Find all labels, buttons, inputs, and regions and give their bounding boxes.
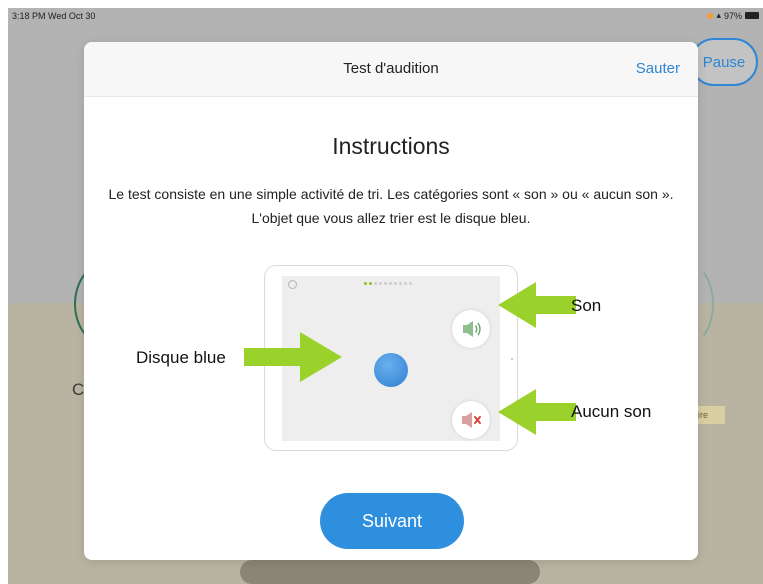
modal-title: Test d'audition bbox=[343, 60, 439, 77]
background-tag: ire bbox=[695, 406, 725, 424]
status-bar: 3:18 PM Wed Oct 30 ▴ 97% bbox=[8, 8, 763, 24]
arrow-no-sound-icon bbox=[498, 389, 576, 435]
progress-dots bbox=[364, 282, 412, 285]
status-indicators: ▴ 97% bbox=[707, 10, 759, 21]
skip-button[interactable]: Sauter bbox=[636, 60, 680, 77]
location-dot-icon bbox=[707, 12, 714, 19]
speaker-on-icon bbox=[452, 310, 490, 348]
arrow-sound-icon bbox=[498, 282, 576, 328]
disc-label: Disque blue bbox=[136, 348, 226, 367]
arrow-disc-icon bbox=[244, 332, 342, 382]
status-time: 3:18 PM Wed Oct 30 bbox=[12, 11, 96, 21]
wifi-icon: ▴ bbox=[716, 10, 721, 20]
instructions-heading: Instructions bbox=[332, 133, 450, 159]
pause-button[interactable]: Pause bbox=[690, 38, 758, 86]
instructions-modal: Test d'audition Sauter Instructions Le t… bbox=[84, 42, 698, 560]
sound-label: Son bbox=[571, 296, 602, 315]
background-bottom-button bbox=[240, 560, 540, 584]
blue-disc bbox=[374, 353, 408, 387]
background-partial-text: C bbox=[72, 380, 85, 399]
instructions-description: Le test consiste en une simple activité … bbox=[108, 186, 674, 226]
next-button[interactable]: Suivant bbox=[320, 493, 464, 549]
no-sound-label: Aucun son bbox=[571, 402, 652, 421]
tablet-side-dot bbox=[511, 358, 513, 360]
battery-percent: 97% bbox=[723, 10, 742, 21]
battery-icon bbox=[745, 12, 759, 19]
speaker-muted-icon bbox=[452, 401, 490, 439]
modal-header: Test d'audition Sauter bbox=[84, 42, 698, 97]
tablet-home-icon bbox=[288, 280, 297, 289]
